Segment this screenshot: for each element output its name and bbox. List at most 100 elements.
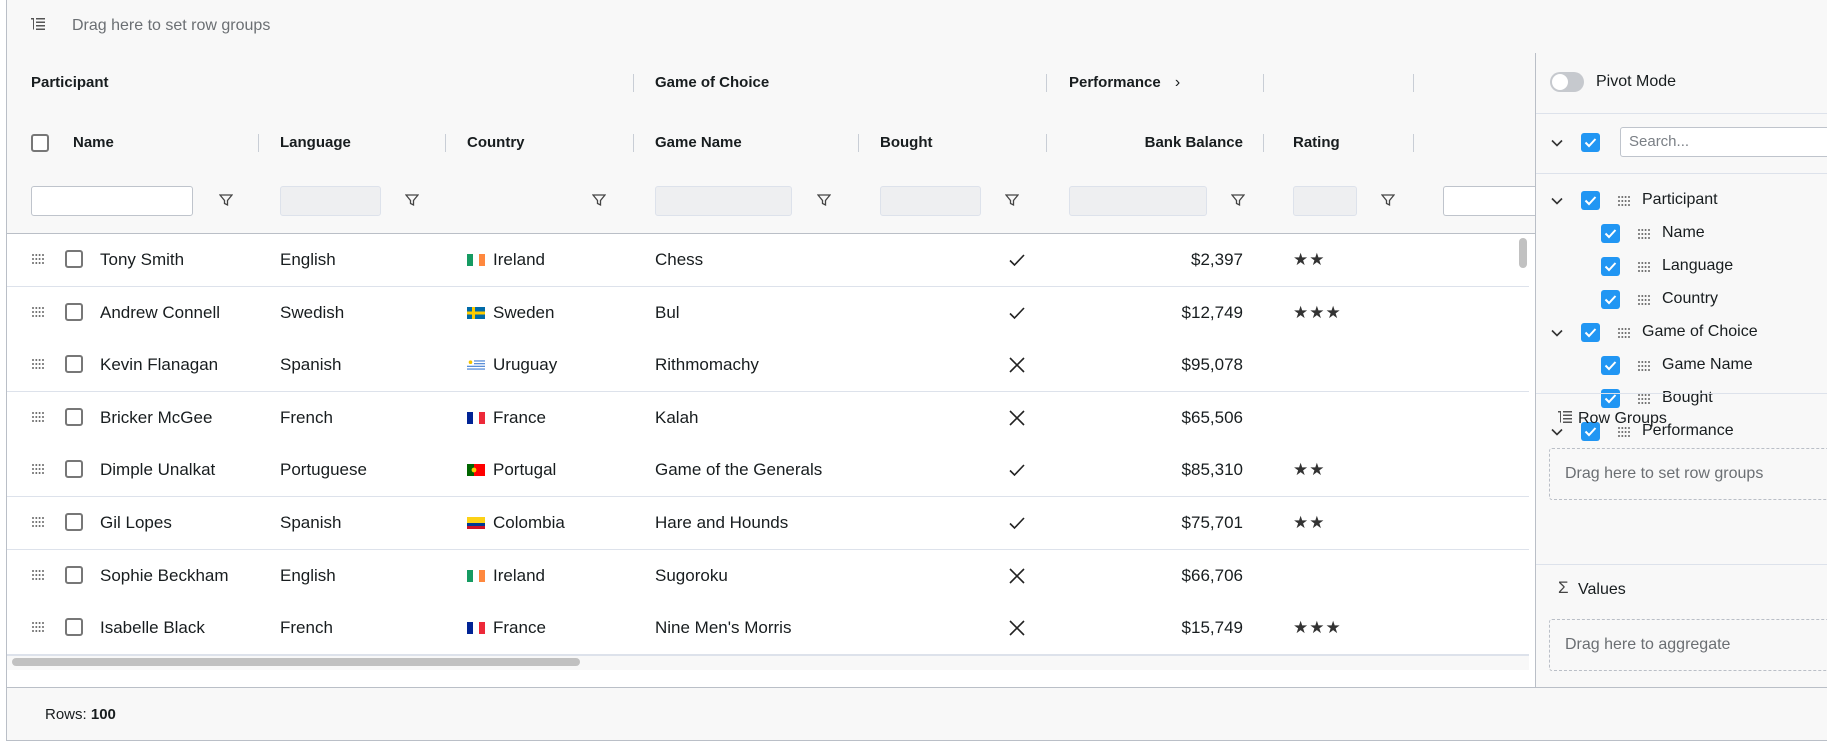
cell-language[interactable]: Swedish xyxy=(280,287,344,339)
filter-icon[interactable] xyxy=(817,193,831,207)
row-checkbox[interactable] xyxy=(65,407,83,426)
filter-icon[interactable] xyxy=(405,193,419,207)
row-checkbox[interactable] xyxy=(65,355,83,374)
cell-rating[interactable]: ★★★ xyxy=(1293,602,1342,654)
drag-handle-icon[interactable] xyxy=(31,253,45,265)
cell-country[interactable]: France xyxy=(467,392,546,444)
chevron-down-icon[interactable] xyxy=(1550,326,1564,340)
row-groups-dropzone[interactable]: Drag here to set row groups xyxy=(1549,448,1827,500)
group-header-performance[interactable]: Performance › xyxy=(1069,53,1180,113)
extra-filter-input[interactable] xyxy=(1443,186,1535,216)
table-row[interactable]: Isabelle Black French France Nine Men's Mor… xyxy=(7,602,1529,655)
cell-country[interactable]: Sweden xyxy=(467,287,554,339)
cell-game-name[interactable]: Hare and Hounds xyxy=(655,497,788,549)
game-name-filter-input[interactable] xyxy=(655,186,792,216)
table-row[interactable]: Bricker McGee French France Kalah $65,506 xyxy=(7,391,1529,445)
column-checkbox[interactable] xyxy=(1601,356,1620,375)
column-search-input[interactable]: Search... xyxy=(1620,127,1827,157)
cell-name[interactable]: Bricker McGee xyxy=(100,392,212,444)
rating-filter-input[interactable] xyxy=(1293,186,1357,216)
column-checkbox[interactable] xyxy=(1601,257,1620,276)
row-checkbox[interactable] xyxy=(65,565,83,584)
row-group-panel[interactable]: Drag here to set row groups xyxy=(7,0,1827,54)
drag-handle-icon[interactable] xyxy=(1617,326,1631,338)
drag-handle-icon[interactable] xyxy=(1637,260,1651,272)
cell-name[interactable]: Tony Smith xyxy=(100,234,184,286)
drag-handle-icon[interactable] xyxy=(31,569,45,581)
cell-game-name[interactable]: Kalah xyxy=(655,392,698,444)
cell-name[interactable]: Isabelle Black xyxy=(100,602,205,654)
row-checkbox[interactable] xyxy=(65,618,83,637)
row-checkbox[interactable] xyxy=(65,302,83,321)
cell-bank-balance[interactable]: $85,310 xyxy=(1069,444,1243,496)
name-filter-input[interactable] xyxy=(31,186,193,216)
cell-game-name[interactable]: Rithmomachy xyxy=(655,339,759,391)
cell-language[interactable]: French xyxy=(280,602,333,654)
drag-handle-icon[interactable] xyxy=(1617,194,1631,206)
bought-filter-input[interactable] xyxy=(880,186,981,216)
filter-icon[interactable] xyxy=(592,193,606,207)
cell-bank-balance[interactable]: $65,506 xyxy=(1069,392,1243,444)
drag-handle-icon[interactable] xyxy=(1637,293,1651,305)
cell-bank-balance[interactable]: $95,078 xyxy=(1069,339,1243,391)
values-dropzone[interactable]: Drag here to aggregate xyxy=(1549,619,1827,671)
column-checkbox[interactable] xyxy=(1581,191,1600,210)
group-header-participant[interactable]: Participant xyxy=(31,53,109,113)
drag-handle-icon[interactable] xyxy=(31,621,45,633)
table-row[interactable]: Dimple Unalkat Portuguese Portugal Game of … xyxy=(7,444,1529,498)
column-header-bought[interactable]: Bought xyxy=(880,113,932,173)
row-checkbox[interactable] xyxy=(65,513,83,531)
select-all-columns-checkbox[interactable] xyxy=(1581,133,1600,152)
cell-rating[interactable]: ★★ xyxy=(1293,234,1325,286)
column-checkbox[interactable] xyxy=(1601,224,1620,243)
cell-game-name[interactable]: Bul xyxy=(655,287,680,339)
table-row[interactable]: Kevin Flanagan Spanish Uruguay Rithmomachy $… xyxy=(7,339,1529,393)
cell-language[interactable]: English xyxy=(280,550,336,602)
column-header-bank-balance[interactable]: Bank Balance xyxy=(1069,113,1243,173)
cell-game-name[interactable]: Game of the Generals xyxy=(655,444,822,496)
chevron-down-icon[interactable] xyxy=(1550,136,1564,150)
cell-bank-balance[interactable]: $12,749 xyxy=(1069,287,1243,339)
cell-bank-balance[interactable]: $15,749 xyxy=(1069,602,1243,654)
column-tree-item-label[interactable]: Country xyxy=(1662,285,1718,313)
column-tree-item-label[interactable]: Game Name xyxy=(1662,351,1753,379)
column-checkbox[interactable] xyxy=(1601,290,1620,309)
cell-name[interactable]: Gil Lopes xyxy=(100,497,172,549)
horizontal-scrollbar[interactable] xyxy=(12,658,580,666)
group-header-game-of-choice[interactable]: Game of Choice xyxy=(655,53,769,113)
vertical-scrollbar[interactable] xyxy=(1519,238,1527,268)
cell-name[interactable]: Sophie Beckham xyxy=(100,550,229,602)
drag-handle-icon[interactable] xyxy=(31,306,45,318)
cell-country[interactable]: Ireland xyxy=(467,234,545,286)
drag-handle-icon[interactable] xyxy=(31,411,45,423)
cell-name[interactable]: Andrew Connell xyxy=(100,287,220,339)
cell-rating[interactable]: ★★★ xyxy=(1293,287,1342,339)
cell-game-name[interactable]: Chess xyxy=(655,234,703,286)
drag-handle-icon[interactable] xyxy=(31,463,45,475)
cell-game-name[interactable]: Nine Men's Morris xyxy=(655,602,791,654)
row-checkbox[interactable] xyxy=(65,460,83,479)
cell-country[interactable]: France xyxy=(467,602,546,654)
column-header-rating[interactable]: Rating xyxy=(1293,113,1340,173)
select-all-checkbox[interactable] xyxy=(31,134,49,152)
filter-icon[interactable] xyxy=(1231,193,1245,207)
cell-language[interactable]: French xyxy=(280,392,333,444)
drag-handle-icon[interactable] xyxy=(31,516,45,528)
column-header-name[interactable]: Name xyxy=(73,113,114,173)
cell-bank-balance[interactable]: $66,706 xyxy=(1069,550,1243,602)
pivot-mode-toggle[interactable] xyxy=(1550,72,1584,92)
cell-language[interactable]: Portuguese xyxy=(280,444,367,496)
cell-country[interactable]: Ireland xyxy=(467,550,545,602)
cell-name[interactable]: Dimple Unalkat xyxy=(100,444,215,496)
row-checkbox[interactable] xyxy=(65,250,83,268)
cell-language[interactable]: English xyxy=(280,234,336,286)
table-row[interactable]: Sophie Beckham English Ireland Sugoroku $66,… xyxy=(7,549,1529,603)
table-row[interactable]: Andrew Connell Swedish Sweden Bul $12,749 ★★★ xyxy=(7,286,1529,340)
bank-balance-filter-input[interactable] xyxy=(1069,186,1207,216)
cell-language[interactable]: Spanish xyxy=(280,339,341,391)
cell-language[interactable]: Spanish xyxy=(280,497,341,549)
cell-game-name[interactable]: Sugoroku xyxy=(655,550,728,602)
cell-bank-balance[interactable]: $75,701 xyxy=(1069,497,1243,549)
filter-icon[interactable] xyxy=(1381,193,1395,207)
column-header-country[interactable]: Country xyxy=(467,113,525,173)
